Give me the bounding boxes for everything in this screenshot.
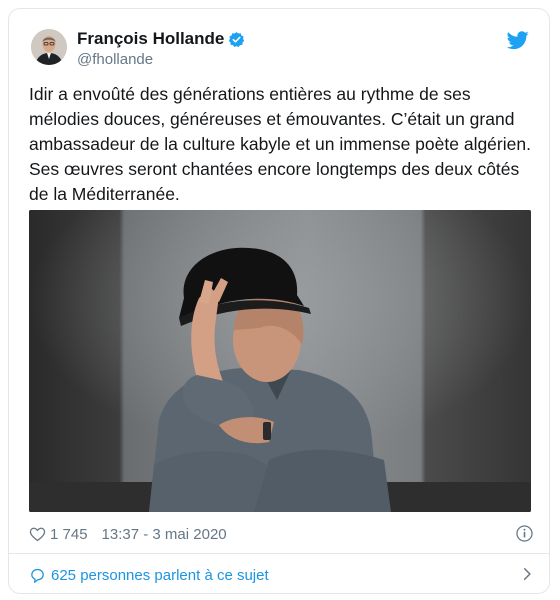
tweet-card[interactable]: François Hollande @fhollande Idir a envo… <box>8 8 550 594</box>
conversation-link[interactable]: 625 personnes parlent à ce sujet <box>29 563 534 587</box>
twitter-bird-icon[interactable] <box>507 29 529 51</box>
tweet-photo[interactable] <box>29 210 531 512</box>
display-name[interactable]: François Hollande <box>77 29 224 49</box>
tweet-text: Idir a envoûté des générations entières … <box>29 84 531 204</box>
heart-icon[interactable] <box>29 526 46 543</box>
tweet-header: François Hollande @fhollande <box>9 9 549 73</box>
conversation-link-label[interactable]: 625 personnes parlent à ce sujet <box>51 567 269 584</box>
timestamp[interactable]: 13:37 - 3 mai 2020 <box>102 526 227 543</box>
speech-bubble-icon <box>31 568 44 583</box>
name-row: François Hollande <box>77 29 245 49</box>
avatar[interactable] <box>31 29 67 65</box>
portrait-image <box>29 210 531 512</box>
info-icon[interactable] <box>515 524 534 543</box>
like-count[interactable]: 1 745 <box>50 526 88 543</box>
divider <box>9 553 549 554</box>
verified-badge-icon <box>229 31 245 47</box>
chevron-right-icon[interactable] <box>520 567 534 581</box>
tweet-meta: 1 745 13:37 - 3 mai 2020 <box>29 521 534 547</box>
handle[interactable]: @fhollande <box>77 51 153 68</box>
